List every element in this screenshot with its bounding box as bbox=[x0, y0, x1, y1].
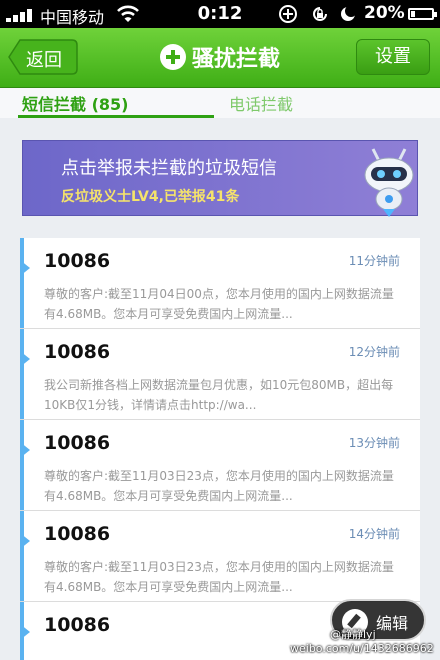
page-title: 骚扰拦截 bbox=[191, 47, 280, 72]
list-item[interactable]: 10086 11分钟前 尊敬的客户:截至11月04日00点，您本月使用的国内上网… bbox=[20, 238, 420, 329]
report-spam-banner[interactable]: 点击举报未拦截的垃圾短信 反垃圾义士LV4,已举报41条 bbox=[22, 140, 418, 217]
tab-bar: 短信拦截 (85) 电话拦截 bbox=[0, 88, 440, 118]
rotation-lock-icon bbox=[313, 7, 327, 21]
active-tab-indicator bbox=[18, 115, 214, 118]
list-item[interactable]: 10086 12分钟前 我公司新推各档上网数据流量包月优惠，如10元包80MB，… bbox=[20, 329, 420, 420]
list-item[interactable]: 10086 13分钟前 尊敬的客户:截至11月03日23点，您本月使用的国内上网… bbox=[20, 420, 420, 511]
message-sender: 10086 bbox=[44, 250, 111, 272]
battery-icon bbox=[408, 8, 437, 20]
list-item[interactable]: 10086 14分钟前 尊敬的客户:截至11月03日23点，您本月使用的国内上网… bbox=[20, 511, 420, 602]
battery-percent: 20% bbox=[364, 3, 405, 23]
message-sender: 10086 bbox=[44, 614, 111, 636]
message-sender: 10086 bbox=[44, 341, 111, 363]
message-sender: 10086 bbox=[44, 523, 111, 545]
message-time: 14分钟前 bbox=[348, 527, 400, 541]
message-preview: 尊敬的客户:截至11月03日23点，您本月使用的国内上网数据流量有4.68MB。… bbox=[44, 469, 394, 503]
message-sender: 10086 bbox=[44, 432, 111, 454]
unread-marker bbox=[20, 260, 30, 276]
unread-marker bbox=[20, 442, 30, 458]
robot-icon bbox=[364, 148, 414, 217]
message-preview: 我公司新推各档上网数据流量包月优惠，如10元包80MB，超出每10KB仅1分钱，… bbox=[44, 378, 394, 412]
title-bar: 返回 骚扰拦截 设置 bbox=[0, 28, 440, 88]
unread-marker bbox=[20, 351, 30, 367]
plus-circle-icon bbox=[159, 44, 186, 70]
unread-marker bbox=[20, 624, 30, 640]
message-preview: 尊敬的客户:截至11月04日00点，您本月使用的国内上网数据流量有4.68MB。… bbox=[44, 287, 394, 321]
message-time: 13分钟前 bbox=[348, 436, 400, 450]
plus-circle-icon bbox=[279, 5, 297, 23]
watermark-username: @静静lyj bbox=[330, 628, 376, 641]
unread-marker bbox=[20, 533, 30, 549]
status-bar: 中国移动 0:12 20% bbox=[0, 0, 440, 28]
watermark-url: weibo.com/u/1432686962 bbox=[290, 642, 434, 655]
settings-button[interactable]: 设置 bbox=[356, 39, 430, 75]
message-list: 10086 11分钟前 尊敬的客户:截至11月04日00点，您本月使用的国内上网… bbox=[20, 238, 420, 660]
message-preview: 尊敬的客户:截至11月03日23点，您本月使用的国内上网数据流量有4.68MB。… bbox=[44, 560, 394, 594]
banner-subtitle: 反垃圾义士LV4,已举报41条 bbox=[61, 189, 240, 205]
edit-button-label: 编辑 bbox=[376, 614, 409, 633]
banner-title: 点击举报未拦截的垃圾短信 bbox=[61, 158, 277, 179]
moon-icon bbox=[341, 5, 357, 21]
tab-call-intercept[interactable]: 电话拦截 bbox=[229, 91, 293, 115]
message-time: 12分钟前 bbox=[348, 345, 400, 359]
message-time: 11分钟前 bbox=[348, 254, 400, 268]
tab-sms-intercept[interactable]: 短信拦截 (85) bbox=[22, 91, 128, 115]
